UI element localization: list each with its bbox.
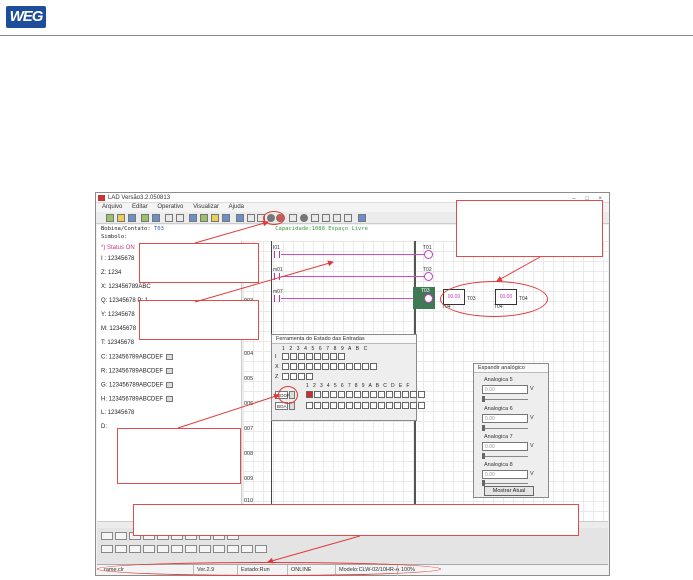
callout-arrows [177, 220, 541, 564]
